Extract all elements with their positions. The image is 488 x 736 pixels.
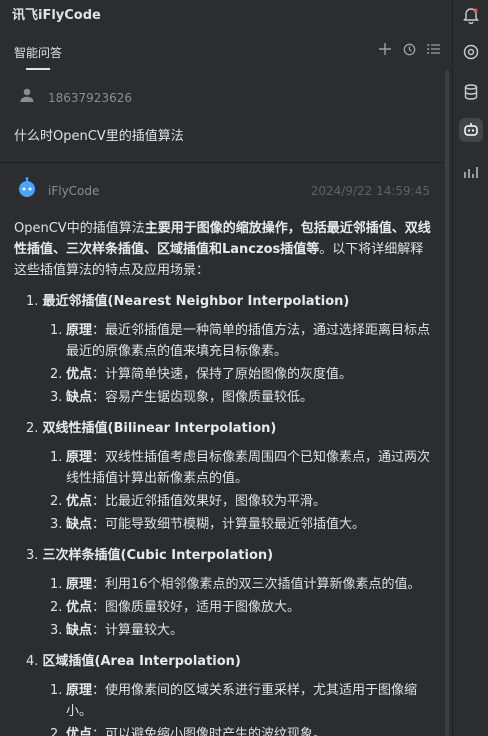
section: 3. 三次样条插值(Cubic Interpolation) 1. 原理：利用16… xyxy=(14,545,434,641)
list-item: 2. 优点：比最近邻插值效果好，图像较为平滑。 xyxy=(50,494,327,509)
iflycode-logo-icon xyxy=(16,177,38,199)
user-message: 18637923626 什么时OpenCV里的插值算法 xyxy=(0,70,444,162)
database-icon[interactable] xyxy=(459,80,483,104)
history-icon[interactable] xyxy=(402,42,416,56)
answer-body: OpenCV中的插值算法主要用于图像的缩放操作，包括最近邻插值、双线性插值、三次… xyxy=(14,218,434,736)
bell-icon[interactable] xyxy=(459,4,483,28)
list-item: 1. 原理：双线性插值考虑目标像素周围四个已知像素点，通过两次线性插值计算出新像素… xyxy=(50,450,431,486)
section-list: 1. 原理：使用像素间的区域关系进行重采样，尤其适用于图像缩小。 2. 优点：可以避… xyxy=(50,680,434,736)
user-question: 什么时OpenCV里的插值算法 xyxy=(14,129,184,144)
list-item: 3. 缺点：容易产生锯齿现象，图像质量较低。 xyxy=(50,390,314,405)
intro-text: OpenCV中的插值算法 xyxy=(14,221,145,236)
section-list: 1. 原理：利用16个相邻像素点的双三次插值计算新像素点的值。 2. 优点：图像质量… xyxy=(50,574,434,641)
section-title: 3. 三次样条插值(Cubic Interpolation) xyxy=(26,548,274,563)
list-item: 2. 优点：图像质量较好，适用于图像放大。 xyxy=(50,600,301,615)
section-list: 1. 原理：最近邻插值是一种简单的插值方法，通过选择距离目标点最近的原像素点的值来… xyxy=(50,320,434,408)
section: 1. 最近邻插值(Nearest Neighbor Interpolation)… xyxy=(14,291,434,408)
plus-icon[interactable] xyxy=(378,42,392,56)
tab-actions xyxy=(378,42,440,56)
app-title: 讯飞iFlyCode xyxy=(12,8,101,23)
tab-smart-qa[interactable]: 智能问答 xyxy=(14,44,62,61)
ai-name: iFlyCode xyxy=(48,184,100,198)
answer-intro: OpenCV中的插值算法主要用于图像的缩放操作，包括最近邻插值、双线性插值、三次… xyxy=(14,218,434,281)
list-item: 1. 原理：使用像素间的区域关系进行重采样，尤其适用于图像缩小。 xyxy=(50,683,418,719)
tab-bar: 智能问答 xyxy=(0,26,452,71)
list-item: 3. 缺点：计算量较大。 xyxy=(50,623,184,638)
bot-icon[interactable] xyxy=(459,118,483,142)
ai-message: iFlyCode 2024/9/22 14:59:45 OpenCV中的插值算法… xyxy=(0,163,444,736)
section-title: 4. 区域插值(Area Interpolation) xyxy=(26,654,241,669)
list-item: 3. 缺点：可能导致细节模糊，计算量较最近邻插值大。 xyxy=(50,517,366,532)
user-icon xyxy=(18,86,36,104)
section: 4. 区域插值(Area Interpolation) 1. 原理：使用像素间的区… xyxy=(14,651,434,736)
section: 2. 双线性插值(Bilinear Interpolation) 1. 原理：双线… xyxy=(14,418,434,535)
section-list: 1. 原理：双线性插值考虑目标像素周围四个已知像素点，通过两次线性插值计算出新像素… xyxy=(50,447,434,535)
user-name: 18637923626 xyxy=(48,91,132,105)
right-toolbar xyxy=(452,0,488,736)
chat-area: 18637923626 什么时OpenCV里的插值算法 iFlyCode 202… xyxy=(0,70,444,736)
list-item: 2. 优点：计算简单快速，保持了原始图像的灰度值。 xyxy=(50,367,353,382)
chart-icon[interactable] xyxy=(459,160,483,184)
list-icon[interactable] xyxy=(426,42,440,56)
section-title: 2. 双线性插值(Bilinear Interpolation) xyxy=(26,421,277,436)
list-item: 1. 原理：最近邻插值是一种简单的插值方法，通过选择距离目标点最近的原像素点的值来… xyxy=(50,323,431,359)
message-timestamp: 2024/9/22 14:59:45 xyxy=(310,184,430,198)
list-item: 1. 原理：利用16个相邻像素点的双三次插值计算新像素点的值。 xyxy=(50,577,421,592)
title-bar: 讯飞iFlyCode xyxy=(0,0,452,26)
scrollbar-thumb[interactable] xyxy=(445,70,449,736)
scrollbar[interactable] xyxy=(444,70,450,736)
section-title: 1. 最近邻插值(Nearest Neighbor Interpolation) xyxy=(26,294,350,309)
list-item: 2. 优点：可以避免缩小图像时产生的波纹现象。 xyxy=(50,727,327,736)
at-icon[interactable] xyxy=(459,40,483,64)
